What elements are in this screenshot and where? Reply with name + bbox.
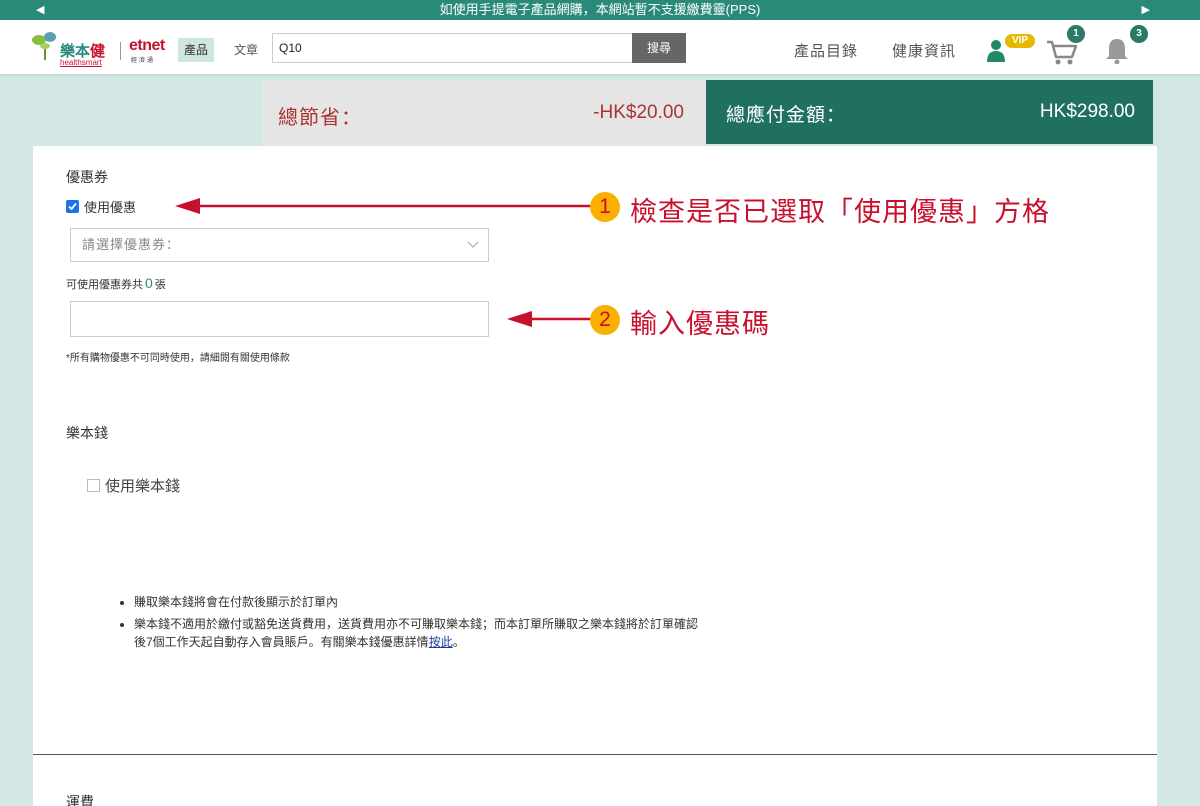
use-points-checkbox[interactable] (87, 479, 100, 492)
nav-product-catalog[interactable]: 產品目錄 (794, 40, 858, 61)
points-note-2: 樂本錢不適用於繳付或豁免送貨費用，送貨費用亦不可賺取樂本錢；而本訂單所賺取之樂本… (134, 615, 707, 651)
use-offer-checkbox[interactable] (66, 200, 79, 213)
coupon-count: 可使用優惠券共 0 張 (66, 275, 166, 291)
coupon-heading: 優惠券 (66, 169, 108, 185)
checkout-panel: 優惠券 使用優惠 請選擇優惠券： 可使用優惠券共 0 張 *所有購物優惠不可同時使用… (33, 146, 1157, 806)
savings-summary: 總節省： -HK$20.00 (262, 80, 706, 146)
announcement-bar: ◀ 如使用手提電子產品網購，本網站暫不支援繳費靈(PPS) ▶ (0, 0, 1200, 20)
shipping-heading: 運費 (66, 794, 94, 806)
points-notes: 賺取樂本錢將會在付款後顯示於訂單內 樂本錢不適用於繳付或豁免送貨費用，送貨費用亦… (117, 593, 707, 655)
chevron-down-icon (467, 241, 479, 248)
prev-arrow-icon[interactable]: ◀ (36, 0, 44, 20)
total-label: 總應付金額： (726, 105, 847, 126)
annotation-badge-2: 2 (590, 305, 620, 335)
annotation-badge-1: 1 (590, 192, 620, 222)
search-scope-products[interactable]: 產品 (178, 38, 215, 62)
points-details-link[interactable]: 按此 (429, 635, 453, 649)
logo-subtext: healthsmart (60, 58, 102, 67)
checkmark-icon (68, 202, 77, 211)
use-points-checkbox-row[interactable]: 使用樂本錢 (87, 475, 180, 496)
section-divider (33, 754, 1157, 755)
search-input[interactable]: Q10 (272, 33, 632, 63)
leaf-logo-icon (32, 32, 56, 60)
vip-badge: VIP (1005, 34, 1035, 48)
savings-label: 總節省： (278, 107, 362, 129)
annotation-label-1: 檢查是否已選取「使用優惠」方格 (630, 197, 1050, 227)
bell-icon[interactable] (1102, 36, 1132, 64)
coupon-select[interactable]: 請選擇優惠券： (70, 228, 489, 262)
partner-subtext: 經濟通 (131, 58, 156, 64)
use-points-label: 使用樂本錢 (105, 478, 181, 495)
cart-count-badge: 1 (1067, 25, 1085, 43)
use-offer-label: 使用優惠 (84, 200, 137, 215)
points-note-1: 賺取樂本錢將會在付款後顯示於訂單內 (134, 593, 707, 611)
announcement-text: 如使用手提電子產品網購，本網站暫不支援繳費靈(PPS) (439, 2, 761, 17)
search-button[interactable]: 搜尋 (632, 33, 686, 63)
use-offer-checkbox-row[interactable]: 使用優惠 (66, 197, 136, 216)
site-logo[interactable]: 樂本健 healthsmart (30, 24, 120, 68)
site-header: 樂本健 healthsmart etnet 經濟通 產品 文章 Q10 搜尋 產… (0, 20, 1200, 74)
next-arrow-icon[interactable]: ▶ (1142, 0, 1150, 20)
coupon-select-placeholder: 請選擇優惠券： (82, 237, 181, 252)
total-summary: 總應付金額： HK$298.00 (706, 80, 1153, 144)
logo-divider (120, 42, 121, 60)
offer-disclaimer: *所有購物優惠不可同時使用，請細閱有關使用條款 (66, 353, 290, 364)
promo-code-input[interactable] (70, 301, 489, 337)
notification-count-badge: 3 (1130, 25, 1148, 43)
partner-logo[interactable]: etnet (129, 37, 165, 55)
user-icon[interactable] (986, 38, 1006, 62)
nav-health-info[interactable]: 健康資訊 (892, 40, 956, 61)
points-heading: 樂本錢 (66, 425, 108, 441)
coupon-count-value: 0 (145, 275, 153, 291)
annotation-label-2: 輸入優惠碼 (630, 309, 770, 339)
total-value: HK$298.00 (1039, 101, 1135, 122)
savings-value: -HK$20.00 (593, 102, 684, 123)
search-scope-articles[interactable]: 文章 (228, 38, 264, 62)
